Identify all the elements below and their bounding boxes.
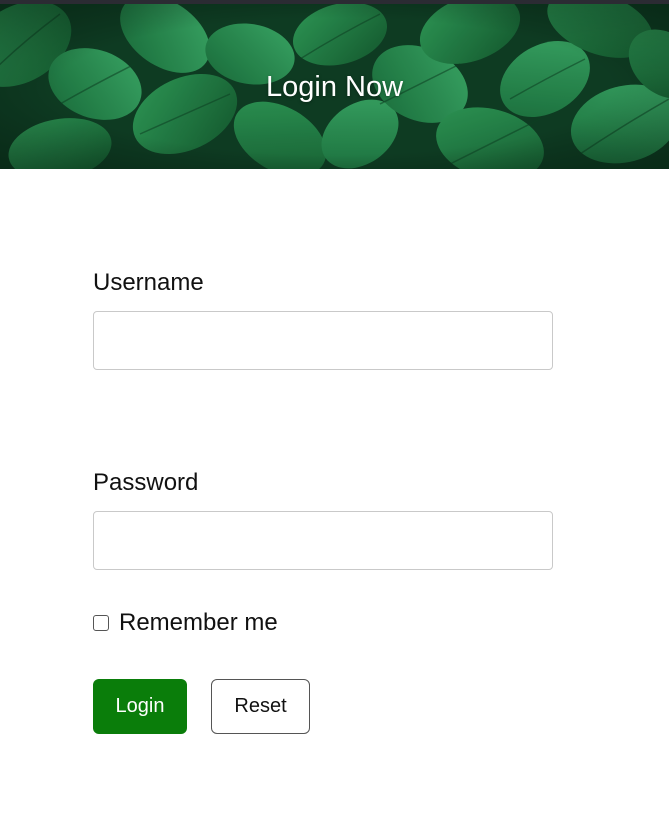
password-input[interactable]: [93, 511, 553, 570]
page-title: Login Now: [265, 71, 404, 103]
password-label: Password: [93, 469, 199, 496]
username-label: Username: [93, 269, 204, 296]
login-button[interactable]: Login: [93, 679, 187, 734]
remember-me-checkbox[interactable]: [93, 615, 109, 631]
reset-button[interactable]: Reset: [211, 679, 310, 734]
remember-me-row: Remember me: [93, 609, 278, 637]
remember-me-label[interactable]: Remember me: [119, 609, 278, 637]
header-banner: Login Now: [0, 4, 669, 169]
username-input[interactable]: [93, 311, 553, 370]
